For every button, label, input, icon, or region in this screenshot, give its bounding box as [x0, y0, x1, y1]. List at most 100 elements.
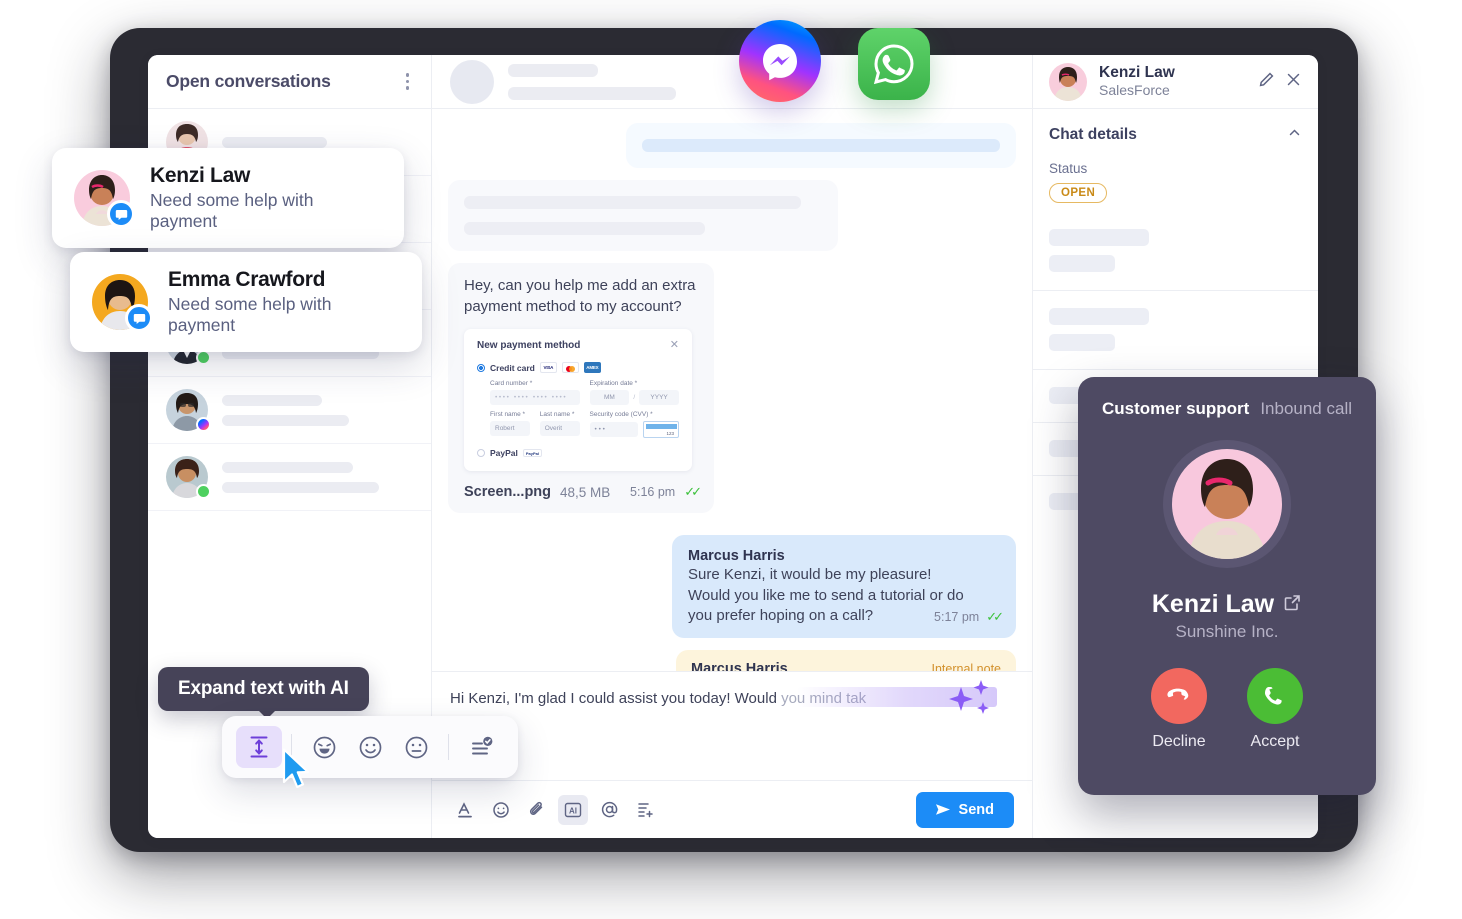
status-badge: OPEN [1049, 183, 1108, 203]
summarize-icon[interactable] [458, 726, 504, 768]
visa-icon: VISA [539, 362, 557, 374]
floating-card-preview: Need some help with payment [168, 294, 332, 335]
chat-header-avatar [450, 59, 494, 104]
last-name-label: Last name * [539, 411, 575, 419]
message-skeleton-incoming [448, 180, 838, 251]
decline-action: Decline [1151, 668, 1207, 751]
internal-note-sender: Marcus Harris [691, 661, 788, 671]
decline-label: Decline [1152, 733, 1206, 750]
list-item[interactable] [148, 444, 431, 511]
tone-friendly-icon[interactable] [347, 726, 393, 768]
expiration-field: Expiration date * MM / YYYY [589, 380, 679, 406]
inbound-call-card: Customer support Inbound call Kenzi Law … [1078, 377, 1376, 795]
avatar [92, 274, 153, 332]
floating-conversation-card-kenzi[interactable]: Kenzi Law Need some help with payment [52, 148, 404, 248]
chat-header [432, 55, 1032, 109]
attachment-time: 5:16 pm [630, 485, 676, 500]
send-icon [935, 804, 950, 815]
skeleton-line [642, 139, 1000, 152]
call-card-title: Customer support [1102, 399, 1250, 418]
text-format-icon[interactable] [450, 795, 480, 825]
skeleton-line [222, 461, 353, 473]
chat-details-section-header[interactable]: Chat details [1049, 125, 1302, 145]
internal-note-tag: Internal note [931, 662, 1002, 671]
channel-badge-messenger [196, 417, 211, 432]
decline-button[interactable] [1151, 668, 1207, 724]
ai-icon[interactable]: AI [558, 794, 588, 825]
agent-message-line-1: Sure Kenzi, it would be my pleasure! [688, 566, 932, 584]
attachment-icon[interactable] [522, 795, 552, 825]
channel-badge-whatsapp [196, 350, 211, 365]
list-item[interactable] [148, 377, 431, 444]
chat-panel: Hey, can you help me add an extra paymen… [432, 55, 1032, 838]
emoji-icon[interactable] [486, 795, 516, 825]
payment-form-fields: Card number * •••• •••• •••• •••• Expira… [490, 380, 679, 439]
expand-text-icon[interactable] [236, 726, 282, 768]
credit-card-option: Credit card VISA AMEX [477, 362, 679, 374]
payment-form-header: New payment method ✕ [477, 339, 679, 352]
chevron-up-icon[interactable] [1287, 125, 1302, 145]
composer-toolbar: AI Send [432, 780, 1032, 838]
composer-text: Hi Kenzi, I'm glad I could assist you to… [450, 690, 866, 707]
radio-credit-card [477, 363, 485, 372]
composer-input-area[interactable]: Hi Kenzi, I'm glad I could assist you to… [432, 672, 1032, 780]
mastercard-icon [561, 362, 579, 374]
message-skeleton-outgoing [626, 123, 1016, 168]
skeleton-line [222, 481, 379, 493]
whatsapp-logo [858, 28, 930, 100]
channel-badge-whatsapp [196, 484, 211, 499]
double-check-icon: ✓✓ [684, 484, 702, 500]
skeleton-line [464, 196, 801, 209]
first-name-input: Robert [490, 421, 530, 437]
details-contact: Kenzi Law SalesForce [1099, 64, 1175, 99]
caller-name-text: Kenzi Law [1151, 590, 1275, 618]
accept-button[interactable] [1247, 668, 1303, 724]
composer-typed-text: Hi Kenzi, I'm glad I could assist you to… [450, 690, 782, 707]
call-actions: Decline Accept [1102, 668, 1352, 751]
floating-card-text: Kenzi Law Need some help with payment [150, 164, 382, 232]
tone-neutral-icon[interactable] [393, 726, 439, 768]
floating-conversation-card-emma[interactable]: Emma Crawford Need some help with paymen… [70, 252, 422, 352]
kebab-menu-icon[interactable] [402, 67, 414, 96]
payment-form-attachment: New payment method ✕ Credit card VISA AM… [464, 329, 692, 472]
skeleton-line [464, 222, 705, 235]
messenger-logo [739, 20, 821, 102]
chat-header-skeleton [508, 63, 698, 100]
canned-response-icon[interactable] [630, 795, 660, 825]
double-check-icon: ✓✓ [986, 609, 1004, 625]
close-icon: ✕ [669, 339, 679, 352]
send-button[interactable]: Send [915, 791, 1014, 828]
external-link-icon[interactable] [1283, 590, 1302, 619]
caller-organization: Sunshine Inc. [1175, 622, 1279, 641]
svg-text:AI: AI [569, 806, 577, 815]
list-item-skeleton [222, 136, 413, 148]
expiration-year-input: YYYY [639, 390, 679, 406]
amex-icon: AMEX [583, 362, 601, 374]
message-composer: Hi Kenzi, I'm glad I could assist you to… [432, 671, 1032, 838]
cvv-label: Security code (CVV) * [589, 411, 653, 419]
divider [1033, 369, 1318, 370]
details-skeleton-group [1033, 229, 1318, 272]
first-name-field: First name * Robert [490, 411, 530, 438]
close-icon[interactable] [1285, 71, 1302, 93]
list-item-skeleton [222, 461, 413, 493]
agent-message-bubble: Marcus Harris Sure Kenzi, it would be my… [672, 535, 1016, 639]
card-number-field: Card number * •••• •••• •••• •••• [490, 380, 580, 406]
skeleton-line [508, 63, 598, 77]
chat-details-section: Chat details Status OPEN [1033, 109, 1318, 203]
conversation-list-header: Open conversations [148, 55, 431, 109]
send-button-label: Send [958, 801, 994, 818]
call-card-type: Inbound call [1260, 399, 1352, 418]
accept-label: Accept [1250, 733, 1300, 750]
pencil-icon[interactable] [1258, 71, 1275, 93]
skeleton-line [1049, 255, 1115, 272]
caller-name: Kenzi Law [1102, 590, 1352, 619]
skeleton-line [222, 414, 349, 426]
chat-bubble-icon [107, 200, 135, 228]
chat-details-title: Chat details [1049, 126, 1137, 143]
mention-icon[interactable] [594, 795, 624, 825]
call-card-header: Customer support Inbound call [1102, 399, 1352, 419]
last-name-input: Overit [539, 421, 580, 437]
chat-bubble-icon [125, 304, 153, 332]
cvv-hint-icon: 123 [643, 421, 679, 439]
